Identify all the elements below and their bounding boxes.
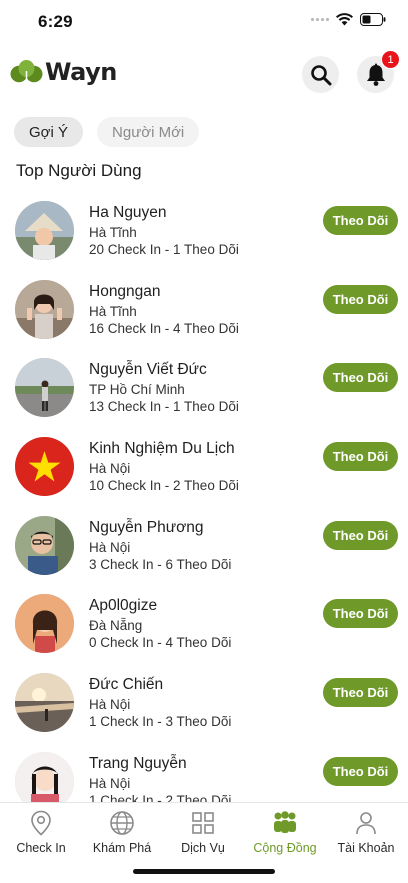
nav-label: Khám Phá bbox=[92, 841, 152, 855]
tab-new-users[interactable]: Người Mới bbox=[97, 117, 200, 147]
nav-label: Dịch Vụ bbox=[181, 841, 225, 855]
nav-item-explore[interactable]: Khám Phá bbox=[82, 809, 162, 855]
user-name: Ap0l0gize bbox=[89, 597, 158, 615]
user-name: Nguyễn Viết Đức bbox=[89, 361, 207, 379]
nav-item-account[interactable]: Tài Khoản bbox=[326, 809, 406, 855]
status-time: 6:29 bbox=[38, 12, 73, 31]
user-location: Hà Nội bbox=[89, 539, 131, 555]
avatar[interactable] bbox=[15, 751, 74, 803]
wifi-icon bbox=[336, 13, 353, 26]
list-item[interactable]: Ap0l0gize Đà Nẵng 0 Check In - 4 Theo Dõ… bbox=[0, 584, 408, 663]
avatar[interactable] bbox=[15, 279, 74, 339]
list-item[interactable]: Hongngan Hà Tĩnh 16 Check In - 4 Theo Dõ… bbox=[0, 270, 408, 349]
search-icon bbox=[310, 64, 331, 85]
person-icon bbox=[356, 812, 376, 835]
avatar[interactable] bbox=[15, 437, 74, 497]
leaf-logo-icon bbox=[10, 60, 43, 83]
home-indicator[interactable] bbox=[133, 869, 275, 874]
avatar[interactable] bbox=[15, 594, 74, 654]
user-location: Hà Nội bbox=[89, 461, 131, 477]
battery-icon bbox=[360, 13, 386, 26]
user-stats: 0 Check In - 4 Theo Dõi bbox=[89, 635, 232, 651]
avatar[interactable] bbox=[15, 201, 74, 260]
globe-icon bbox=[110, 811, 134, 835]
avatar[interactable] bbox=[15, 673, 74, 733]
follow-button[interactable]: Theo Dõi bbox=[323, 599, 398, 629]
location-pin-icon bbox=[31, 810, 51, 836]
section-title: Top Người Dùng bbox=[16, 161, 142, 180]
search-button[interactable] bbox=[302, 56, 339, 93]
nav-label: Tài Khoản bbox=[337, 841, 395, 855]
list-item[interactable]: Nguyễn Phương Hà Nội 3 Check In - 6 Theo… bbox=[0, 506, 408, 585]
nav-item-check-in[interactable]: Check In bbox=[1, 809, 81, 855]
follow-button[interactable]: Theo Dõi bbox=[323, 363, 398, 393]
filter-tabs: Gợi Ý Người Mới bbox=[14, 117, 200, 147]
user-name: Hongngan bbox=[89, 282, 161, 300]
user-stats: 16 Check In - 4 Theo Dõi bbox=[89, 320, 239, 336]
list-item[interactable]: Đức Chiến Hà Nội 1 Check In - 3 Theo Dõi… bbox=[0, 663, 408, 742]
follow-button[interactable]: Theo Dõi bbox=[323, 284, 398, 314]
tab-suggested[interactable]: Gợi Ý bbox=[14, 117, 84, 147]
list-item[interactable]: Trang Nguyễn Hà Nội 1 Check In - 2 Theo … bbox=[0, 742, 408, 803]
status-bar: 6:29 bbox=[0, 0, 408, 44]
user-location: Hà Nội bbox=[89, 775, 131, 791]
user-stats: 20 Check In - 1 Theo Dõi bbox=[89, 242, 239, 257]
user-list[interactable]: Ha Nguyen Hà Tĩnh 20 Check In - 1 Theo D… bbox=[0, 191, 408, 803]
notification-count-badge: 1 bbox=[381, 50, 400, 69]
avatar[interactable] bbox=[15, 515, 74, 575]
user-name: Đức Chiến bbox=[89, 676, 164, 694]
user-location: Hà Tĩnh bbox=[89, 303, 137, 319]
user-name: Trang Nguyễn bbox=[89, 754, 187, 772]
status-icons bbox=[311, 13, 386, 26]
user-stats: 13 Check In - 1 Theo Dõi bbox=[89, 399, 239, 415]
avatar[interactable] bbox=[15, 358, 74, 418]
grid-icon bbox=[192, 812, 214, 834]
list-item[interactable]: Nguyễn Viết Đức TP Hồ Chí Minh 13 Check … bbox=[0, 348, 408, 427]
app-header: Wayn 1 bbox=[0, 50, 408, 100]
nav-item-community[interactable]: Cộng Đồng bbox=[245, 809, 325, 855]
follow-button[interactable]: Theo Dõi bbox=[323, 206, 398, 235]
logo-text: Wayn bbox=[45, 58, 117, 86]
follow-button[interactable]: Theo Dõi bbox=[323, 756, 398, 786]
notifications-button[interactable]: 1 bbox=[357, 50, 400, 93]
user-name: Nguyễn Phương bbox=[89, 518, 204, 536]
user-name: Ha Nguyen bbox=[89, 204, 167, 221]
follow-button[interactable]: Theo Dõi bbox=[323, 678, 398, 708]
user-stats: 10 Check In - 2 Theo Dõi bbox=[89, 478, 239, 494]
user-name: Kinh Nghiệm Du Lịch bbox=[89, 440, 235, 458]
nav-label: Check In bbox=[16, 841, 66, 855]
user-stats: 1 Check In - 3 Theo Dõi bbox=[89, 714, 232, 730]
nav-label: Cộng Đồng bbox=[253, 841, 317, 855]
list-item[interactable]: Kinh Nghiệm Du Lịch Hà Nội 10 Check In -… bbox=[0, 427, 408, 506]
user-location: Đà Nẵng bbox=[89, 618, 143, 634]
follow-button[interactable]: Theo Dõi bbox=[323, 442, 398, 472]
user-location: TP Hồ Chí Minh bbox=[89, 382, 185, 398]
nav-item-services[interactable]: Dịch Vụ bbox=[163, 809, 243, 855]
wayn-logo[interactable]: Wayn bbox=[10, 58, 117, 86]
follow-button[interactable]: Theo Dõi bbox=[323, 520, 398, 550]
community-icon bbox=[274, 811, 296, 833]
cellular-signal-icon bbox=[311, 18, 329, 21]
list-item[interactable]: Ha Nguyen Hà Tĩnh 20 Check In - 1 Theo D… bbox=[0, 191, 408, 270]
user-stats: 3 Check In - 6 Theo Dõi bbox=[89, 556, 232, 572]
user-location: Hà Nội bbox=[89, 697, 131, 713]
user-location: Hà Tĩnh bbox=[89, 225, 137, 240]
